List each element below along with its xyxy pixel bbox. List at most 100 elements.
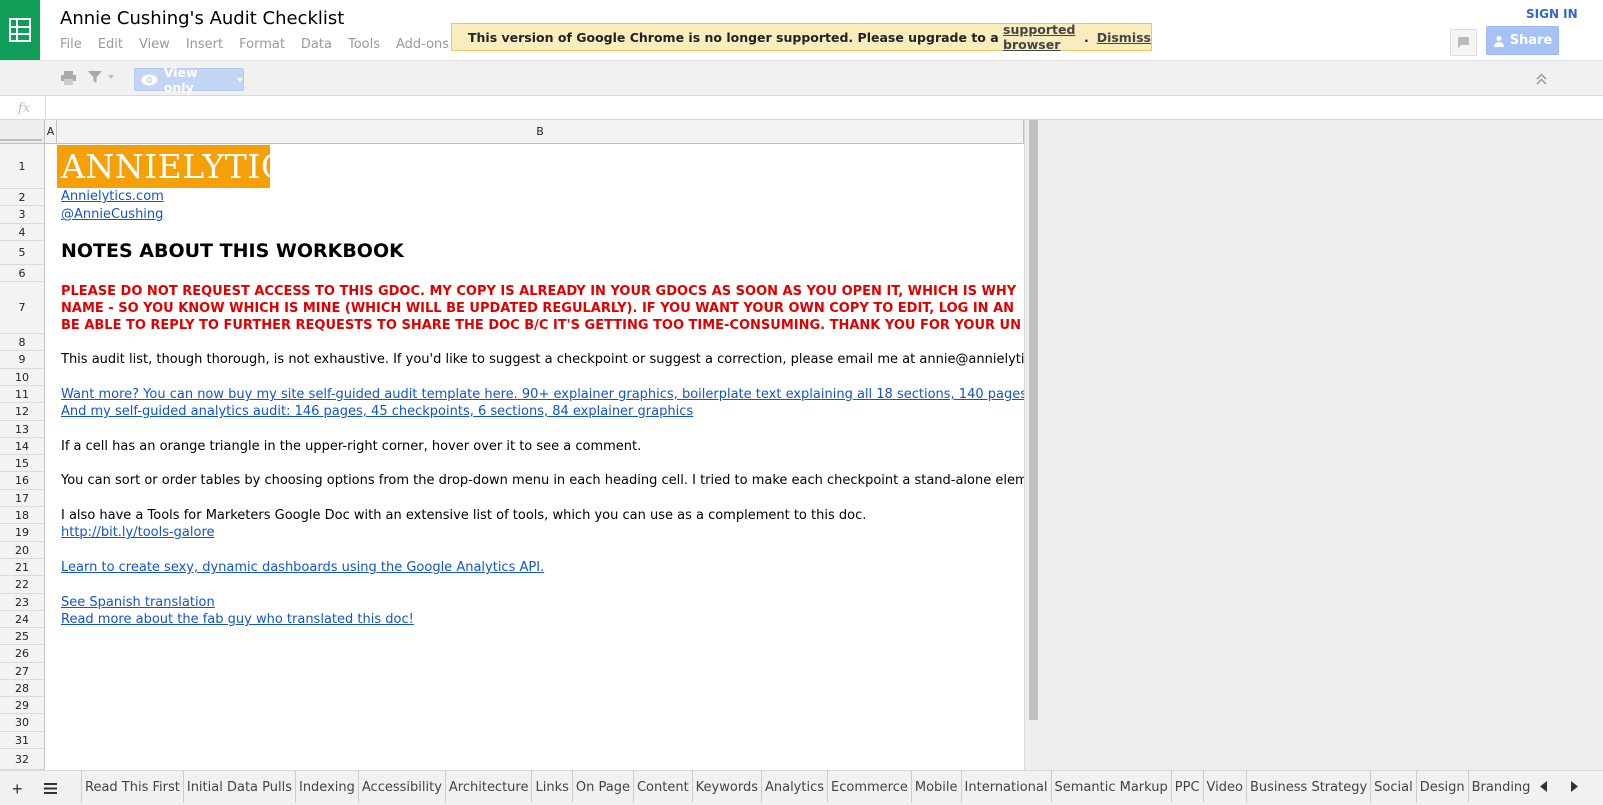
row-header[interactable]: 20 [0, 542, 45, 559]
row-header[interactable]: 28 [0, 680, 45, 697]
sheet-tab[interactable]: Ecommerce [827, 771, 911, 803]
sheet-tab[interactable]: Branding [1467, 771, 1534, 803]
twitter-link[interactable]: @AnnieCushing [61, 207, 163, 222]
sheet-tab[interactable]: Content [632, 771, 692, 803]
sheet-grid[interactable]: A B 1 2 3 4 5 6 7 8 9 10 11 12 13 14 15 … [0, 120, 1603, 770]
notice-line-2: NAME - SO YOU KNOW WHICH IS MINE (WHICH … [61, 301, 1015, 316]
tools-galore-link[interactable]: http://bit.ly/tools-galore [61, 525, 215, 540]
comments-button[interactable] [1450, 29, 1477, 56]
document-title[interactable]: Annie Cushing's Audit Checklist [60, 8, 344, 29]
row-header[interactable]: 15 [0, 455, 45, 472]
sheet-tab[interactable]: Video [1202, 771, 1246, 803]
row-header[interactable]: 3 [0, 206, 45, 224]
sheet-tab[interactable]: Read This First [81, 771, 183, 803]
row-header[interactable]: 13 [0, 421, 45, 438]
add-sheet-icon[interactable]: + [12, 779, 23, 800]
sheet-tab[interactable]: Analytics [760, 771, 828, 803]
row-header[interactable]: 19 [0, 524, 45, 542]
row-header[interactable]: 6 [0, 265, 45, 282]
supported-browser-link[interactable]: supported browser [1003, 22, 1084, 52]
sheet-tab[interactable]: Indexing [294, 771, 358, 803]
audit-note: This audit list, though thorough, is not… [61, 352, 1024, 367]
row-header[interactable]: 29 [0, 697, 45, 714]
collapse-menu-icon[interactable] [1536, 72, 1547, 90]
formula-bar: fx [0, 96, 1603, 120]
all-sheets-icon[interactable] [44, 781, 57, 799]
dismiss-link[interactable]: Dismiss [1097, 30, 1151, 45]
row-header[interactable]: 9 [0, 351, 45, 369]
row-header[interactable]: 1 [0, 144, 45, 189]
chevron-down-icon [237, 77, 243, 82]
row-header[interactable]: 32 [0, 749, 45, 770]
sheet-tab[interactable]: Social [1370, 771, 1416, 803]
view-only-button[interactable]: View only [134, 65, 244, 95]
sheet-tab[interactable]: Business Strategy [1245, 771, 1371, 803]
column-header-b[interactable]: B [57, 120, 1024, 144]
row-header[interactable]: 22 [0, 576, 45, 594]
workbook-heading: NOTES ABOUT THIS WORKBOOK [61, 240, 404, 262]
row-header[interactable]: 8 [0, 334, 45, 351]
share-button[interactable]: Share [1486, 26, 1559, 55]
sign-in-link[interactable]: SIGN IN [1526, 7, 1578, 21]
sheet-tab[interactable]: PPC [1170, 771, 1203, 803]
row-header[interactable]: 27 [0, 663, 45, 680]
print-icon[interactable] [61, 71, 76, 90]
cell-content-area[interactable]: ANNIELYTICS Annielytics.com @AnnieCushin… [57, 144, 1024, 770]
buy-template-link[interactable]: Want more? You can now buy my site self-… [61, 387, 1024, 402]
sheet-tab[interactable]: Architecture [444, 771, 532, 803]
column-header-a[interactable]: A [45, 120, 57, 144]
menu-tools[interactable]: Tools [348, 37, 380, 52]
select-all-corner[interactable] [0, 120, 45, 144]
menu-format[interactable]: Format [239, 37, 285, 52]
row-header[interactable]: 17 [0, 490, 45, 507]
row-header[interactable]: 16 [0, 472, 45, 490]
menu-file[interactable]: File [60, 37, 82, 52]
menu-data[interactable]: Data [301, 37, 332, 52]
spanish-translation-link[interactable]: See Spanish translation [61, 595, 215, 610]
view-only-label: View only [163, 64, 198, 95]
toolbar: View only [0, 60, 1603, 96]
menu-edit[interactable]: Edit [98, 37, 123, 52]
menu-view[interactable]: View [139, 37, 170, 52]
sheet-tab[interactable]: Semantic Markup [1050, 771, 1171, 803]
analytics-audit-link[interactable]: And my self-guided analytics audit: 146 … [61, 404, 693, 419]
row-header[interactable]: 26 [0, 645, 45, 663]
site-link[interactable]: Annielytics.com [61, 189, 164, 204]
row-header[interactable]: 24 [0, 611, 45, 628]
sheet-tab[interactable]: Mobile [910, 771, 961, 803]
sheet-tab[interactable]: International [960, 771, 1051, 803]
sheet-tab[interactable]: On Page [571, 771, 633, 803]
sheet-tab[interactable]: Accessibility [357, 771, 445, 803]
row-header[interactable]: 23 [0, 594, 45, 611]
scroll-tabs-right-icon[interactable] [1571, 779, 1578, 795]
filter-button[interactable] [88, 70, 114, 84]
row-header[interactable]: 30 [0, 714, 45, 732]
translator-link[interactable]: Read more about the fab guy who translat… [61, 612, 414, 627]
formula-divider [45, 96, 46, 120]
menu-addons[interactable]: Add-ons [396, 37, 449, 52]
row-header[interactable]: 2 [0, 189, 45, 206]
row-header[interactable]: 7 [0, 282, 45, 334]
sheet-tab[interactable]: Initial Data Pulls [182, 771, 295, 803]
sheet-tab[interactable]: Links [531, 771, 572, 803]
row-header[interactable]: 14 [0, 438, 45, 455]
row-header[interactable]: 25 [0, 628, 45, 645]
row-header[interactable]: 5 [0, 241, 45, 265]
row-header[interactable]: 11 [0, 386, 45, 403]
banner-period: . [1083, 29, 1089, 45]
row-header[interactable]: 31 [0, 732, 45, 749]
sheets-logo-icon[interactable] [0, 0, 40, 60]
vertical-scrollbar[interactable] [1029, 120, 1038, 720]
row-header[interactable]: 10 [0, 369, 45, 386]
row-header[interactable]: 21 [0, 559, 45, 576]
banner-text: This version of Google Chrome is no long… [468, 29, 1004, 45]
row-header[interactable]: 18 [0, 507, 45, 524]
dashboards-link[interactable]: Learn to create sexy, dynamic dashboards… [61, 560, 544, 575]
sheet-tab[interactable]: Design [1415, 771, 1468, 803]
scroll-tabs-left-icon[interactable] [1540, 779, 1547, 795]
row-header[interactable]: 12 [0, 403, 45, 421]
spreadsheet-app: Annie Cushing's Audit Checklist File Edi… [0, 0, 1603, 805]
sheet-tab[interactable]: Keywords [691, 771, 761, 803]
menu-insert[interactable]: Insert [186, 37, 223, 52]
row-header[interactable]: 4 [0, 224, 45, 241]
